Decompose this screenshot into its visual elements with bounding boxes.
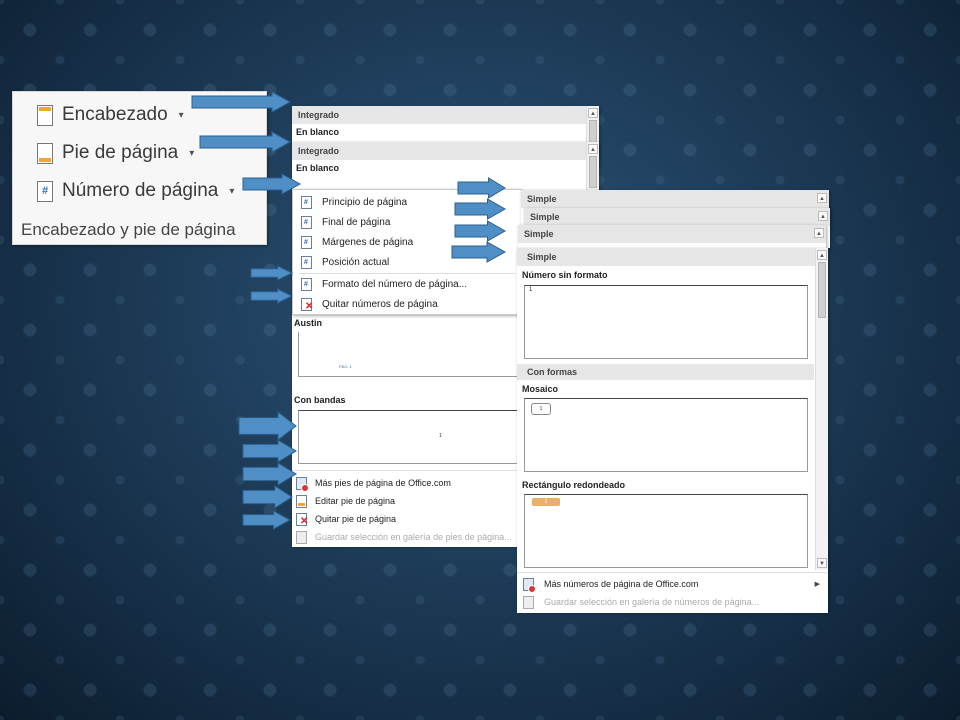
menu-item-label: Posición actual — [322, 256, 390, 268]
header-button-label: Encabezado — [62, 104, 168, 125]
edit-footer-icon — [296, 494, 307, 508]
scroll-up-icon[interactable]: ▲ — [588, 108, 598, 118]
bands-label: Con bandas — [294, 395, 346, 405]
page-number-button[interactable]: # Número de página ▾ — [37, 180, 234, 202]
mosaic-value: 1 — [531, 403, 551, 415]
scroll-thumb[interactable] — [589, 156, 597, 188]
austin-preview-text: PÁG. 1 — [339, 364, 352, 369]
footer-button-label: Pie de página — [62, 142, 179, 163]
page-number-gallery-scrollbar[interactable]: ▲ ▼ — [815, 248, 828, 570]
footer-gallery-section: Integrado — [292, 142, 599, 160]
ribbon-group-label: Encabezado y pie de página — [21, 220, 236, 239]
page-number-menu: Principio de página Final de página Márg… — [292, 189, 522, 315]
rounded-rect-preview[interactable]: 1 — [524, 494, 808, 568]
menu-item-bottom-of-page[interactable]: Final de página — [293, 212, 521, 232]
footer-gallery-item[interactable]: En blanco — [292, 160, 599, 176]
remove-page-number-icon — [301, 297, 313, 312]
format-page-number-icon — [301, 277, 312, 291]
more-footers-label: Más pies de página de Office.com — [315, 478, 451, 488]
header-page-icon — [37, 104, 53, 126]
save-gallery-icon — [523, 595, 534, 609]
plain-number-label: Número sin formato — [522, 270, 608, 280]
menu-item-label: Quitar números de página — [322, 298, 438, 310]
office-web-icon — [296, 476, 309, 492]
menu-item-label: Formato del número de página... — [322, 278, 468, 290]
menu-item-current-position[interactable]: Posición actual — [293, 252, 521, 272]
submenu-header: Simple — [518, 225, 826, 243]
chevron-down-icon: ▾ — [229, 185, 235, 197]
chevron-right-icon: ▶ — [814, 581, 820, 588]
austin-preview[interactable]: PÁG. 1 — [298, 332, 520, 377]
page-number-gallery: Simple ▲ ▼ Número sin formato 1 Con form… — [517, 248, 828, 613]
menu-item-label: Principio de página — [322, 196, 408, 208]
page-number-button-label: Número de página — [62, 180, 219, 201]
bands-preview[interactable]: 1 — [298, 410, 520, 464]
ribbon-group: Encabezado ▾ Pie de página ▾ # Número de… — [12, 91, 267, 245]
chevron-down-icon: ▾ — [178, 109, 184, 121]
menu-item-label: Márgenes de página — [322, 236, 414, 248]
chevron-down-icon: ▾ — [189, 147, 195, 159]
page-number-actions: Más números de página de Office.com ▶ Gu… — [517, 572, 828, 613]
submenu-header: Simple — [521, 190, 829, 208]
more-page-numbers-label: Más números de página de Office.com — [544, 579, 699, 589]
footer-button[interactable]: Pie de página ▾ — [37, 142, 194, 164]
scroll-up-icon[interactable]: ▲ — [818, 211, 828, 221]
scroll-thumb[interactable] — [818, 262, 826, 318]
menu-item-top-of-page[interactable]: Principio de página — [293, 192, 521, 212]
menu-item-page-margins[interactable]: Márgenes de página — [293, 232, 521, 252]
footer-page-icon — [37, 142, 53, 164]
page-number-icon: # — [37, 180, 53, 202]
header-gallery-section: Integrado — [292, 106, 599, 124]
submenu-header: Simple — [517, 248, 828, 266]
mosaic-preview[interactable]: 1 — [524, 398, 808, 472]
scroll-up-icon[interactable]: ▲ — [814, 228, 824, 238]
save-gallery-icon — [296, 530, 307, 544]
remove-footer-label: Quitar pie de página — [315, 514, 397, 524]
scroll-down-icon[interactable]: ▼ — [817, 558, 827, 568]
office-web-icon — [523, 577, 536, 593]
submenu-header: Simple — [524, 208, 830, 226]
plain-number-preview[interactable]: 1 — [524, 285, 808, 359]
menu-item-remove-page-numbers[interactable]: Quitar números de página — [293, 294, 521, 314]
scroll-up-icon[interactable]: ▲ — [817, 250, 827, 260]
rounded-rect-value: 1 — [532, 498, 560, 506]
shapes-section: Con formas — [517, 364, 814, 380]
mosaic-label: Mosaico — [522, 384, 559, 394]
bands-preview-text: 1 — [439, 433, 442, 439]
menu-item-label: Final de página — [322, 216, 391, 228]
menu-item-format-page-numbers[interactable]: Formato del número de página... — [293, 274, 521, 294]
scroll-up-icon[interactable]: ▲ — [817, 193, 827, 203]
header-button[interactable]: Encabezado ▾ — [37, 104, 184, 126]
remove-footer-icon — [296, 512, 308, 527]
rounded-rect-label: Rectángulo redondeado — [522, 480, 626, 490]
edit-footer-label: Editar pie de página — [315, 496, 396, 506]
save-page-number-gallery-label: Guardar selección en galería de números … — [544, 597, 760, 607]
save-page-number-gallery-item: Guardar selección en galería de números … — [517, 592, 828, 612]
page-top-icon — [301, 195, 312, 209]
scroll-up-icon[interactable]: ▲ — [588, 144, 598, 154]
page-margins-icon — [301, 235, 312, 249]
plain-number-value: 1 — [529, 287, 533, 293]
current-position-icon — [301, 255, 312, 269]
austin-label: Austin — [294, 318, 322, 328]
header-gallery-item[interactable]: En blanco — [292, 124, 599, 140]
page-bottom-icon — [301, 215, 312, 229]
save-footer-gallery-label: Guardar selección en galería de pies de … — [315, 532, 512, 542]
more-page-numbers-item[interactable]: Más números de página de Office.com ▶ — [517, 574, 828, 594]
